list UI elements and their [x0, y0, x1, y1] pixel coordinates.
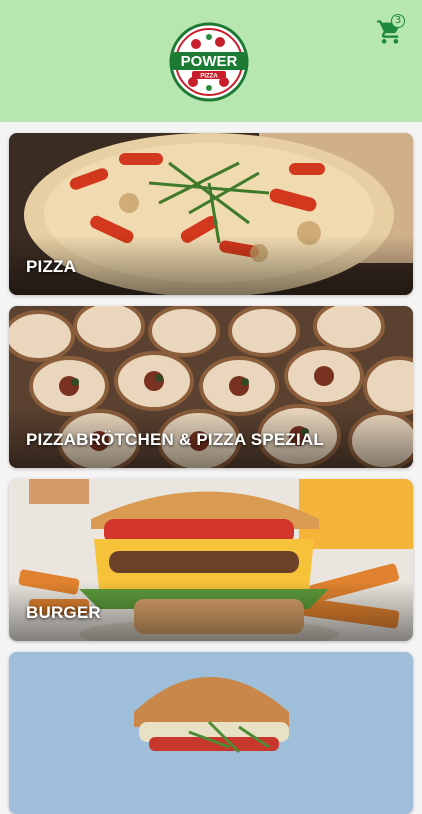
category-card-pizza[interactable]: PIZZA [9, 133, 413, 295]
category-label: PIZZABRÖTCHEN & PIZZA SPEZIAL [26, 430, 324, 449]
cart-count-badge: 3 [391, 14, 405, 28]
category-label: BURGER [26, 603, 101, 622]
logo-subtext: PIZZA [200, 74, 218, 80]
app-header: POWER PIZZA 3 [0, 0, 422, 122]
power-pizza-logo: POWER PIZZA [169, 22, 249, 102]
category-card-pizzabroetchen[interactable]: PIZZABRÖTCHEN & PIZZA SPEZIAL [9, 306, 413, 468]
category-card-burger[interactable]: BURGER [9, 479, 413, 641]
cart-button[interactable]: 3 [376, 14, 410, 44]
category-card-wraps[interactable] [9, 652, 413, 814]
logo-text: POWER [181, 53, 238, 70]
wrap-image [9, 652, 413, 814]
category-label: PIZZA [26, 257, 77, 276]
